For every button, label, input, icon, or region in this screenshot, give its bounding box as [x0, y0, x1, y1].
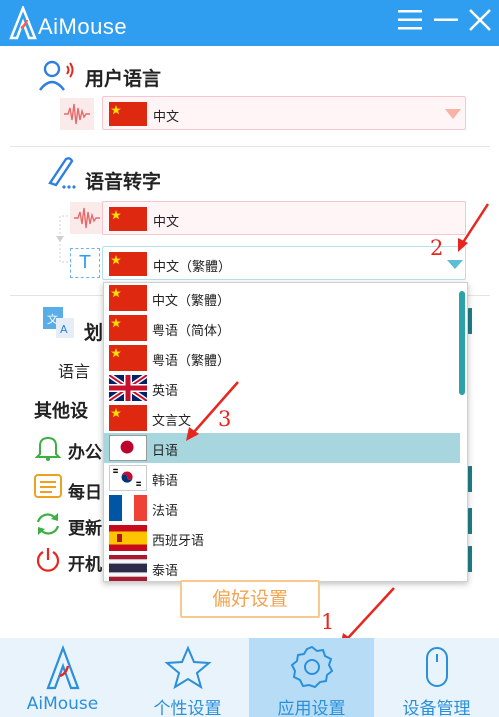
gear-icon [290, 645, 334, 689]
dropdown-option-label: 粤语（简体） [152, 324, 231, 339]
list-icon [34, 474, 62, 498]
annotation-number: 2 [430, 236, 444, 260]
nav-label: 设备管理 [402, 699, 471, 717]
dropdown-option-label: 西班牙语 [152, 534, 205, 549]
china-flag-icon [109, 315, 147, 341]
dropdown-option-spanish[interactable]: 西班牙语 [104, 523, 460, 553]
nav-aimouse[interactable]: AiMouse [0, 638, 125, 717]
power-icon [36, 548, 60, 572]
dropdown-option-korean[interactable]: 韩语 [104, 463, 460, 493]
dropdown-option-cantonese-simplified[interactable]: 粤语（简体） [104, 313, 460, 343]
dropdown-option-cantonese-traditional[interactable]: 粤语（繁體） [104, 343, 460, 373]
divider [10, 146, 490, 147]
china-flag-icon [109, 285, 147, 311]
dropdown-option-japanese[interactable]: 日语 [104, 433, 460, 463]
text-icon: T [70, 248, 100, 278]
dropdown-option-label: 法语 [152, 504, 179, 519]
nav-label: 应用设置 [277, 699, 346, 717]
waveform-icon [60, 98, 94, 130]
pen-icon [48, 157, 76, 189]
spain-flag-icon [109, 525, 147, 551]
dropdown-scrollbar[interactable] [459, 291, 465, 395]
speech-target-value: 中文（繁體） [153, 260, 232, 275]
annotation-number: 3 [218, 407, 232, 431]
thailand-flag-icon [109, 555, 147, 581]
chevron-down-icon[interactable] [447, 260, 463, 269]
dropdown-option-traditional-chinese[interactable]: 中文（繁體） [104, 283, 460, 313]
france-flag-icon [109, 495, 147, 521]
dropdown-option-label: 日语 [152, 444, 179, 459]
speech-to-text-title: 语音转字 [85, 171, 162, 193]
translate-icon: 文 A [42, 306, 76, 340]
uk-flag-icon [109, 375, 147, 401]
user-language-value: 中文 [153, 110, 180, 125]
dropdown-option-label: 泰语 [152, 564, 179, 579]
svg-text:A: A [60, 323, 68, 336]
dropdown-option-label: 粤语（繁體） [152, 354, 231, 369]
bell-icon [34, 436, 62, 461]
language-dropdown-list[interactable]: 中文（繁體） 粤语（简体） 粤语（繁體） 英语 文言文 日语 韩语 法语 西班牙… [103, 282, 468, 582]
china-flag-icon [109, 345, 147, 371]
speech-source-select[interactable]: 中文 [102, 201, 466, 235]
nav-app-settings[interactable]: 应用设置 [249, 638, 374, 717]
bottom-navigation: AiMouse 个性设置 应用设置 设备管理 [0, 638, 499, 717]
daily-row-label: 每日 [68, 483, 102, 503]
nav-device-management[interactable]: 设备管理 [374, 638, 499, 717]
dropdown-option-label: 文言文 [152, 414, 192, 429]
translate-title: 划 [84, 322, 104, 344]
mouse-icon [426, 647, 448, 687]
update-row-label: 更新 [68, 519, 102, 539]
china-flag-icon [109, 405, 147, 431]
chevron-down-icon[interactable] [445, 109, 461, 119]
other-settings-title: 其他设 [34, 401, 88, 422]
startup-row-label: 开机 [68, 555, 102, 575]
nav-label: AiMouse [26, 694, 99, 714]
user-language-title: 用户语言 [85, 68, 162, 90]
speech-source-value: 中文 [153, 215, 180, 230]
minimize-icon[interactable] [432, 6, 460, 34]
office-row-label: 办公 [68, 443, 102, 463]
nav-label: 个性设置 [153, 699, 222, 717]
nav-personalize[interactable]: 个性设置 [125, 638, 250, 717]
dropdown-option-classical-chinese[interactable]: 文言文 [104, 403, 460, 433]
dropdown-option-label: 韩语 [152, 474, 179, 489]
china-flag-icon [109, 207, 147, 231]
dropdown-option-thai[interactable]: 泰语 [104, 553, 460, 581]
aimouse-logo-icon [46, 644, 80, 690]
china-flag-icon [109, 102, 147, 126]
user-voice-icon [39, 60, 74, 91]
waveform-icon [70, 202, 104, 234]
user-language-select[interactable]: 中文 [102, 96, 466, 130]
close-icon[interactable] [466, 6, 494, 34]
korea-flag-icon [109, 465, 147, 491]
dropdown-option-label: 中文（繁體） [152, 294, 231, 309]
preferences-button[interactable]: 偏好设置 [180, 580, 320, 618]
china-flag-icon [109, 252, 147, 276]
aimouse-logo-icon [9, 6, 37, 40]
language-label: 语言 [58, 362, 91, 381]
dropdown-option-english[interactable]: 英语 [104, 373, 460, 403]
menu-icon[interactable] [396, 6, 424, 34]
japan-flag-icon [109, 435, 147, 461]
dropdown-option-label: 英语 [152, 384, 179, 399]
app-title: AiMouse [38, 14, 128, 39]
refresh-icon [36, 513, 60, 535]
star-icon [164, 645, 212, 690]
annotation-number: 1 [321, 610, 335, 634]
dropdown-option-french[interactable]: 法语 [104, 493, 460, 523]
title-bar: AiMouse [0, 0, 499, 46]
speech-target-select[interactable]: 中文（繁體） [102, 246, 466, 280]
